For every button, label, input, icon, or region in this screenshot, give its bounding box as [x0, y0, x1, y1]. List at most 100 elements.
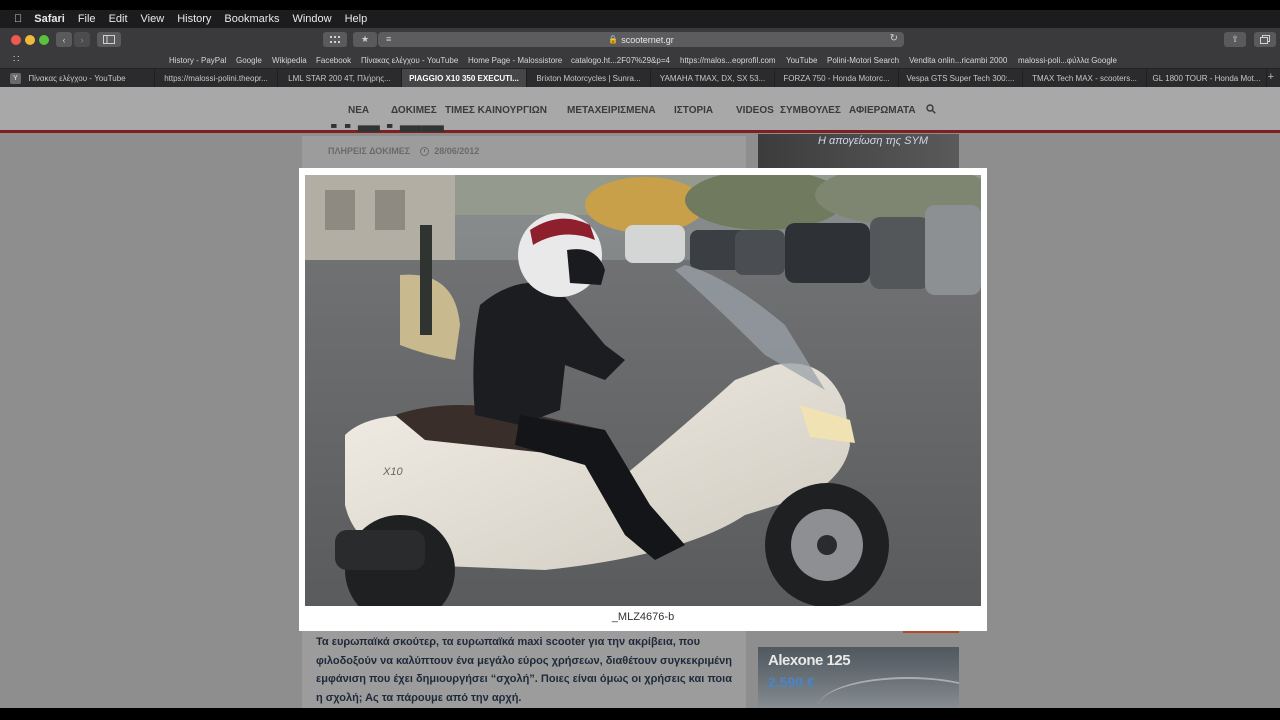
grid-icon [330, 35, 340, 43]
favorite-item[interactable]: https://malos...eoprofil.com [680, 56, 776, 65]
sidebar-button[interactable] [97, 32, 121, 47]
site-header: ΝΕΑ ΔΟΚΙΜΕΣ ΤΙΜΕΣ ΚΑΙΝΟΥΡΓΙΩΝ ΜΕΤΑΧΕΙΡΙΣ… [0, 87, 1280, 133]
sidebar-ad-sym[interactable]: Η απογείωση της SYM [758, 134, 959, 168]
sidebar-icon [103, 35, 115, 44]
nav-item-times[interactable]: ΤΙΜΕΣ ΚΑΙΝΟΥΡΓΙΩΝ [445, 105, 547, 116]
image-caption: _MLZ4676-b [611, 611, 675, 623]
tab-malossi-polini[interactable]: https://malossi-polini.theopr... [155, 69, 278, 88]
search-icon[interactable] [926, 104, 936, 114]
tab-bar: Y Πίνακας ελέγχου - YouTube https://malo… [0, 68, 1280, 88]
favorite-item[interactable]: Wikipedia [272, 56, 307, 65]
favorite-item[interactable]: Home Page - Malossistore [468, 56, 562, 65]
lock-icon: 🔒 [608, 35, 619, 44]
zoom-window-icon[interactable] [39, 35, 49, 45]
tab-label: PIAGGIO X10 350 EXECUTI... [409, 74, 519, 83]
favorite-item[interactable]: Polini-Motori Search [827, 56, 899, 65]
menu-help[interactable]: Help [345, 13, 368, 25]
top-sites-button[interactable] [323, 32, 347, 47]
chevron-left-icon: ‹ [62, 34, 66, 45]
tab-brixton[interactable]: Brixton Motorcycles | Sunra... [527, 69, 651, 88]
apple-icon[interactable]:  [14, 13, 22, 25]
tab-label: Vespa GTS Super Tech 300:... [906, 74, 1015, 83]
tab-label: GL 1800 TOUR - Honda Mot... [1152, 74, 1261, 83]
favorite-item[interactable]: Vendita onlin...ricambi 2000 [909, 56, 1007, 65]
tab-label: FORZA 750 - Honda Motorc... [783, 74, 890, 83]
nav-item-dokimes[interactable]: ΔΟΚΙΜΕΣ [391, 105, 437, 116]
nav-item-metaxeirismena[interactable]: ΜΕΤΑΧΕΙΡΙΣΜΕΝΑ [567, 105, 656, 116]
favorites-bar: ∷ History - PayPal Google Wikipedia Face… [0, 52, 1280, 68]
nav-item-symvoules[interactable]: ΣΥΜΒΟΥΛΕΣ [780, 105, 841, 116]
share-icon: ⇧ [1231, 34, 1239, 44]
tab-yamaha-tmax[interactable]: YAMAHA TMAX, DX, SX 53... [651, 69, 775, 88]
reader-icon[interactable]: ≡ [386, 34, 391, 44]
tab-forza-750[interactable]: FORZA 750 - Honda Motorc... [775, 69, 899, 88]
bookmark-star-button[interactable]: ★ [353, 32, 377, 47]
tab-overview-button[interactable] [1254, 32, 1276, 47]
youtube-favicon-icon: Y [10, 73, 21, 84]
article-meta: ΠΛΗΡΕΙΣ ΔΟΚΙΜΕΣ 28/06/2012 [328, 146, 479, 156]
favorite-item[interactable]: Πίνακας ελέγχου - YouTube [361, 56, 458, 65]
menu-safari[interactable]: Safari [34, 13, 65, 25]
address-url: scooternet.gr [621, 34, 674, 45]
article-category[interactable]: ΠΛΗΡΕΙΣ ΔΟΚΙΜΕΣ [328, 146, 410, 156]
tab-tmax-tech[interactable]: TMAX Tech MAX - scooters... [1023, 69, 1147, 88]
tab-piaggio-x10[interactable]: PIAGGIO X10 350 EXECUTI... [402, 69, 527, 88]
menu-edit[interactable]: Edit [109, 13, 128, 25]
new-tab-icon[interactable]: + [1268, 71, 1274, 83]
menu-window[interactable]: Window [292, 13, 331, 25]
sidebar-ad-alexone-price: 2.590 € [768, 674, 815, 690]
tab-label: Brixton Motorcycles | Sunra... [536, 74, 641, 83]
address-bar[interactable]: ≡ 🔒 scooternet.gr ↻ [378, 32, 904, 47]
menu-file[interactable]: File [78, 13, 96, 25]
screen-bottom-edge [0, 708, 1280, 720]
menu-view[interactable]: View [141, 13, 165, 25]
scooter-photo[interactable]: X10 [305, 175, 981, 606]
menu-history[interactable]: History [177, 13, 211, 25]
favorite-item[interactable]: Facebook [316, 56, 351, 65]
screen-top-edge [0, 0, 1280, 10]
image-lightbox[interactable]: X10 _MLZ4676-b [299, 168, 987, 631]
nav-item-istoria[interactable]: ΙΣΤΟΡΙΑ [674, 105, 713, 116]
favorite-item[interactable]: catalogo.ht...2F07%29&p=4 [571, 56, 670, 65]
nav-item-afieromata[interactable]: ΑΦΙΕΡΩΜΑΤΑ [849, 105, 916, 116]
tab-label: YAMAHA TMAX, DX, SX 53... [659, 74, 766, 83]
nav-item-nea[interactable]: ΝΕΑ [348, 105, 369, 116]
close-window-icon[interactable] [11, 35, 21, 45]
tabs-icon [1260, 35, 1270, 44]
forward-button[interactable]: › [74, 32, 90, 47]
article-date: 28/06/2012 [434, 146, 480, 156]
tab-youtube-dashboard[interactable]: Y Πίνακας ελέγχου - YouTube [0, 69, 155, 88]
favorite-item[interactable]: malossi-poli...φύλλα Google [1018, 56, 1117, 65]
tab-label: https://malossi-polini.theopr... [164, 74, 268, 83]
tab-gl1800[interactable]: GL 1800 TOUR - Honda Mot... [1147, 69, 1267, 88]
tab-label: TMAX Tech MAX - scooters... [1032, 74, 1137, 83]
menu-bookmarks[interactable]: Bookmarks [224, 13, 279, 25]
favorite-item[interactable]: YouTube [786, 56, 817, 65]
scooter-badge-text: X10 [382, 466, 403, 478]
clock-icon [420, 146, 430, 156]
nav-item-videos[interactable]: VIDEOS [736, 105, 774, 116]
favorite-item[interactable]: History - PayPal [169, 56, 226, 65]
tab-vespa-gts[interactable]: Vespa GTS Super Tech 300:... [899, 69, 1023, 88]
web-content: ΝΕΑ ΔΟΚΙΜΕΣ ΤΙΜΕΣ ΚΑΙΝΟΥΡΓΙΩΝ ΜΕΤΑΧΕΙΡΙΣ… [0, 87, 1280, 708]
reload-icon[interactable]: ↻ [890, 33, 898, 44]
macos-menu-bar:  Safari File Edit View History Bookmark… [0, 10, 1280, 28]
favorite-item[interactable]: Google [236, 56, 262, 65]
article-intro: Τα ευρωπαϊκά σκούτερ, τα ευρωπαϊκά maxi … [316, 636, 732, 704]
window-controls [11, 35, 53, 45]
tab-lml-star[interactable]: LML STAR 200 4T, Πλήρης... [278, 69, 402, 88]
tab-label: LML STAR 200 4T, Πλήρης... [288, 74, 391, 83]
back-button[interactable]: ‹ [56, 32, 72, 47]
favorites-grid-icon[interactable]: ∷ [13, 54, 19, 65]
sidebar-ad-alexone-name: Alexone 125 [768, 652, 851, 669]
site-nav: ΝΕΑ ΔΟΚΙΜΕΣ ΤΙΜΕΣ ΚΑΙΝΟΥΡΓΙΩΝ ΜΕΤΑΧΕΙΡΙΣ… [0, 104, 1280, 119]
chevron-right-icon: › [80, 34, 84, 45]
safari-toolbar: ‹ › ★ ≡ 🔒 scooternet.gr ↻ ⇧ [0, 28, 1280, 52]
sidebar-ad-alexone[interactable]: Alexone 125 2.590 € [758, 647, 959, 708]
article-title-fragment: ▪ ▪ ▬ ▪ ▬▬ [330, 124, 630, 136]
minimize-window-icon[interactable] [25, 35, 35, 45]
share-button[interactable]: ⇧ [1224, 32, 1246, 47]
tab-label: Πίνακας ελέγχου - YouTube [28, 74, 126, 83]
star-icon: ★ [360, 34, 370, 44]
scooter-photo-illustration: X10 [305, 175, 981, 606]
